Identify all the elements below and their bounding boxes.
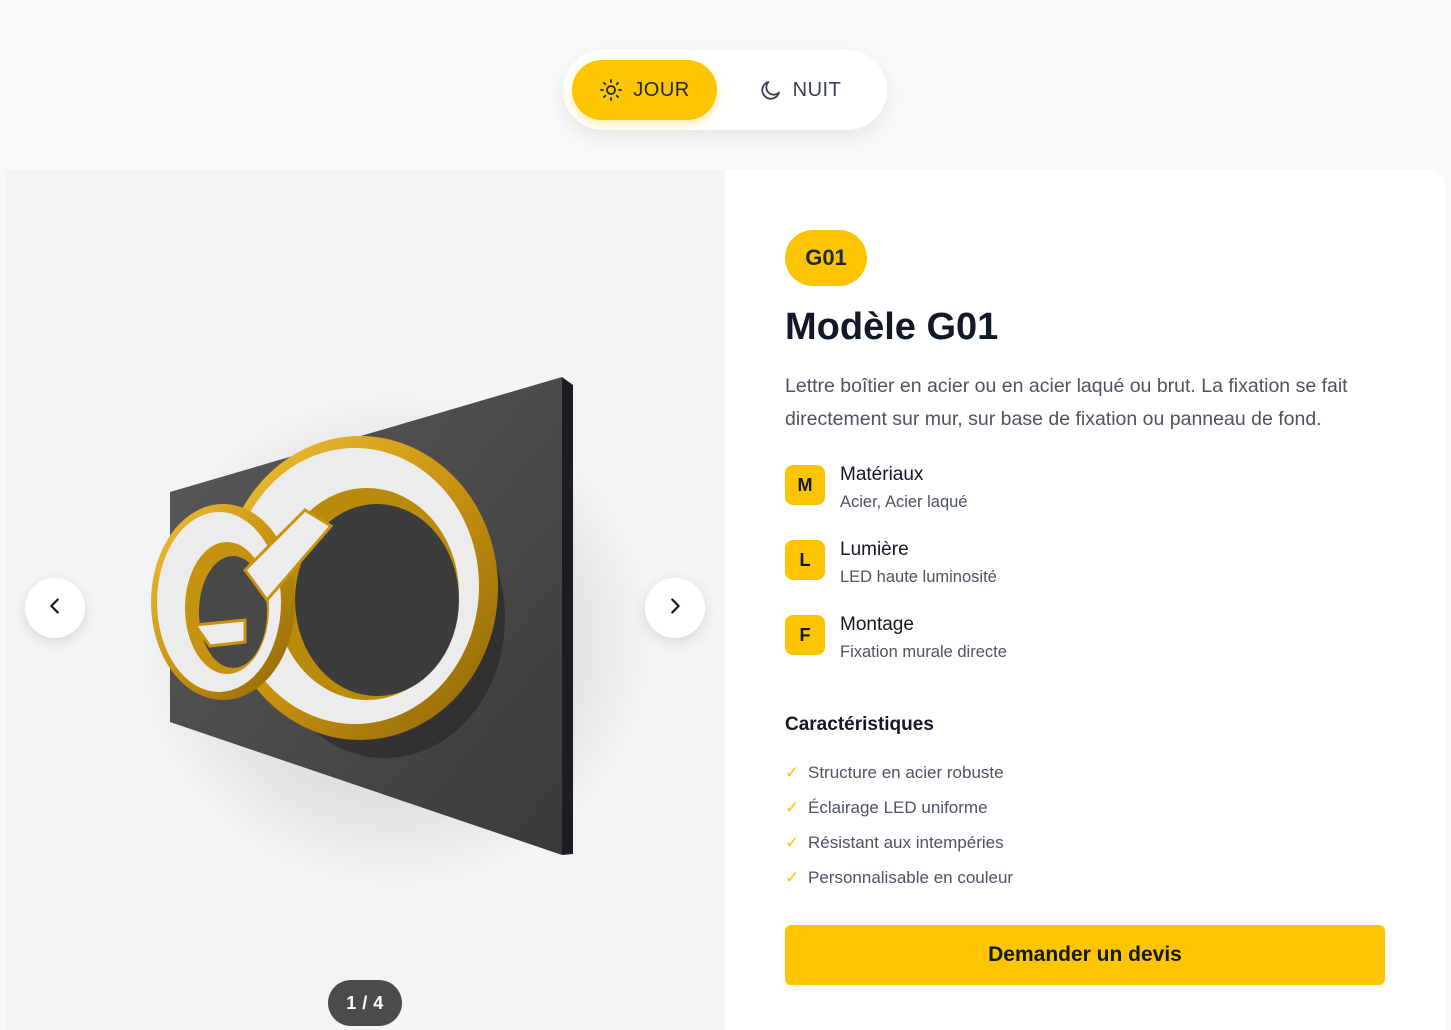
check-icon: ✓ <box>785 832 800 852</box>
product-description: Lettre boîtier en acier ou en acier laqu… <box>785 375 1348 430</box>
spec-value: Fixation murale directe <box>840 643 1007 661</box>
chevron-right-icon <box>664 595 686 622</box>
check-icon: ✓ <box>785 797 800 817</box>
model-code-badge: G01 <box>785 230 867 286</box>
spec-value: Acier, Acier laqué <box>840 493 968 511</box>
sun-icon <box>599 78 623 102</box>
product-image <box>135 377 655 890</box>
spec-materials: M Matériaux Acier, Acier laqué <box>785 464 968 514</box>
features-heading: Caractéristiques <box>785 714 934 735</box>
spec-letter-badge: M <box>785 465 825 505</box>
feature-text: Personnalisable en couleur <box>808 867 1014 887</box>
feature-text: Structure en acier robuste <box>808 762 1004 782</box>
moon-icon <box>759 78 783 102</box>
spec-value: LED haute luminosité <box>840 568 997 586</box>
features-list: ✓ Structure en acier robuste ✓ Éclairage… <box>785 755 1013 895</box>
product-gallery: 1 / 4 <box>5 170 725 1030</box>
request-quote-button[interactable]: Demander un devis <box>785 925 1385 985</box>
image-counter: 1 / 4 <box>328 980 402 1026</box>
feature-text: Éclairage LED uniforme <box>808 797 988 817</box>
product-details: G01 Modèle G01 Lettre boîtier en acier o… <box>725 170 1445 1030</box>
spec-title: Montage <box>840 614 914 635</box>
spec-light: L Lumière LED haute luminosité <box>785 539 997 589</box>
spec-title: Lumière <box>840 539 909 560</box>
day-mode-button[interactable]: JOUR <box>572 60 717 120</box>
spec-title: Matériaux <box>840 464 924 485</box>
spec-mounting: F Montage Fixation murale directe <box>785 614 1007 664</box>
day-night-toggle: JOUR NUIT <box>563 50 887 130</box>
spec-letter-badge: F <box>785 615 825 655</box>
night-mode-label: NUIT <box>792 78 842 101</box>
list-item: ✓ Résistant aux intempéries <box>785 825 1013 860</box>
chevron-left-icon <box>44 595 66 622</box>
spec-letter-badge: L <box>785 540 825 580</box>
list-item: ✓ Structure en acier robuste <box>785 755 1013 790</box>
list-item: ✓ Personnalisable en couleur <box>785 860 1013 895</box>
previous-image-button[interactable] <box>25 578 85 638</box>
product-title: Modèle G01 <box>785 306 999 348</box>
next-image-button[interactable] <box>645 578 705 638</box>
feature-text: Résistant aux intempéries <box>808 832 1004 852</box>
check-icon: ✓ <box>785 867 800 887</box>
night-mode-button[interactable]: NUIT <box>725 60 875 120</box>
list-item: ✓ Éclairage LED uniforme <box>785 790 1013 825</box>
day-mode-label: JOUR <box>633 78 690 101</box>
check-icon: ✓ <box>785 762 800 782</box>
